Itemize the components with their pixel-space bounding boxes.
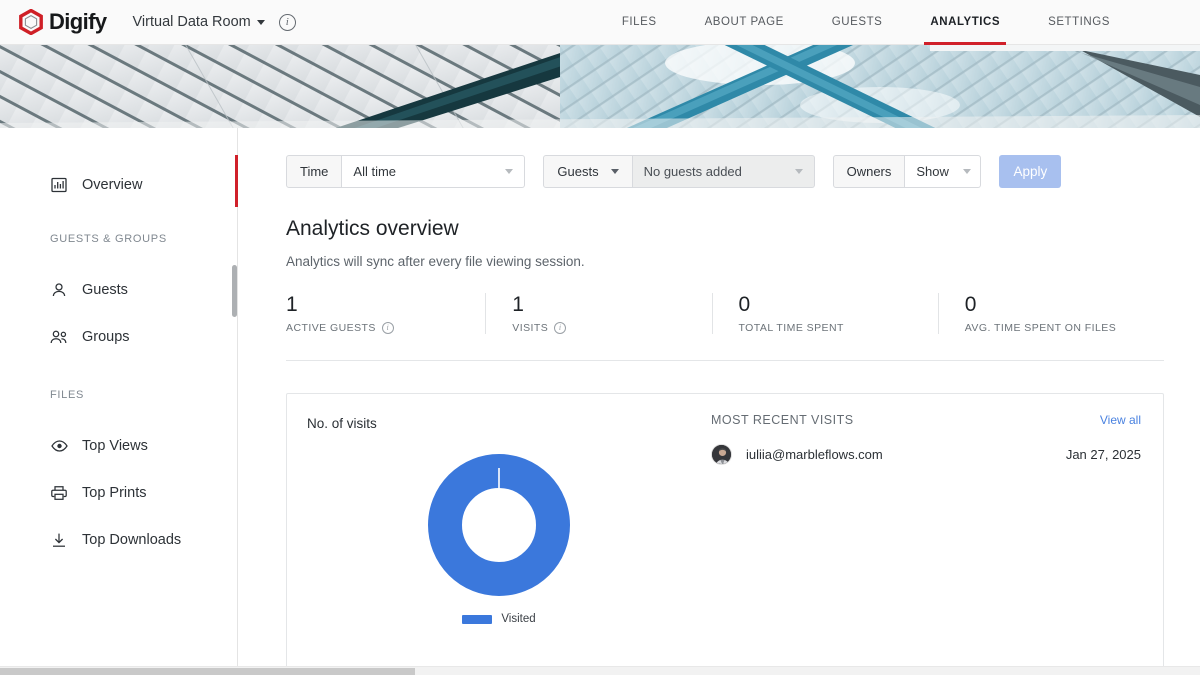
legend-label-visited: Visited	[501, 613, 536, 625]
time-filter-value: All time	[353, 164, 397, 179]
stat-value: 1	[512, 293, 524, 316]
guests-filter-select[interactable]: No guests added	[632, 155, 815, 188]
page-subtitle: Analytics will sync after every file vie…	[286, 254, 585, 269]
sidebar-item-label: Top Views	[82, 438, 148, 454]
stat-value: 0	[964, 293, 977, 316]
sidebar-section-files: FILES	[50, 389, 85, 401]
stat-total-time-spent: 0 TOTAL TIME SPENT	[711, 293, 938, 334]
info-circle-icon[interactable]: i	[554, 322, 567, 334]
room-selector[interactable]: Virtual Data Room	[133, 14, 265, 30]
person-icon	[50, 281, 68, 299]
top-bar: Digify Virtual Data Room i FILES ABOUT P…	[0, 0, 1200, 45]
stat-label: ACTIVE GUESTS	[286, 322, 376, 334]
stat-active-guests: 1 ACTIVE GUESTS i	[286, 293, 485, 334]
recent-visits-panel: MOST RECENT VISITS View all iuliia@marbl…	[711, 394, 1163, 675]
chart-title: No. of visits	[307, 416, 377, 431]
sidebar-item-label: Top Downloads	[82, 532, 182, 548]
hero-banner-image	[0, 45, 1200, 128]
sidebar-item-overview[interactable]: Overview	[0, 168, 237, 202]
hero-architecture-graphic	[0, 45, 1200, 128]
stat-avg-time-spent-on-files: 0 AVG. TIME SPENT ON FILES	[937, 293, 1164, 334]
stat-value: 1	[286, 293, 298, 316]
chevron-down-icon	[610, 169, 619, 174]
people-icon	[50, 328, 68, 346]
section-divider	[286, 360, 1164, 361]
avatar	[711, 444, 732, 465]
stat-label: TOTAL TIME SPENT	[738, 322, 844, 334]
sidebar-item-top-views[interactable]: Top Views	[0, 429, 237, 463]
sidebar-item-label: Groups	[82, 329, 130, 345]
nav-item-analytics[interactable]: ANALYTICS	[906, 0, 1024, 45]
nav-item-about-page[interactable]: ABOUT PAGE	[681, 0, 808, 45]
stat-label: AVG. TIME SPENT ON FILES	[964, 322, 1117, 334]
recent-visits-title: MOST RECENT VISITS	[711, 413, 854, 427]
page-title: Analytics overview	[286, 217, 459, 240]
main-content: Time All time Guests No guests added Own…	[238, 128, 1200, 675]
stat-value: 0	[738, 293, 751, 316]
donut-chart: Visited	[287, 454, 711, 625]
sidebar-item-guests[interactable]: Guests	[0, 273, 237, 307]
stat-label-wrap: TOTAL TIME SPENT	[739, 322, 924, 334]
bar-chart-icon	[50, 176, 68, 194]
filter-bar: Time All time Guests No guests added Own…	[286, 155, 1062, 188]
stat-label: VISITS	[512, 322, 549, 334]
legend-swatch-visited	[462, 614, 493, 624]
donut-chart-svg[interactable]	[428, 454, 570, 596]
sidebar-item-label: Guests	[82, 282, 128, 298]
nav-item-guests[interactable]: GUESTS	[808, 0, 907, 45]
chevron-down-icon	[505, 169, 514, 174]
sidebar-section-guests-groups: GUESTS & GROUPS	[50, 233, 167, 245]
eye-icon	[50, 437, 68, 455]
top-navigation: FILES ABOUT PAGE GUESTS ANALYTICS SETTIN…	[598, 0, 1200, 45]
info-circle-icon[interactable]: i	[381, 322, 394, 334]
visit-date: Jan 27, 2025	[1065, 447, 1141, 462]
stat-label-wrap: AVG. TIME SPENT ON FILES	[965, 322, 1150, 334]
guests-filter-label[interactable]: Guests	[543, 155, 633, 188]
room-name: Virtual Data Room	[132, 14, 251, 30]
stats-row: 1 ACTIVE GUESTS i 1 VISITS i 0 TOTAL TIM…	[286, 293, 1164, 334]
sidebar-item-top-downloads[interactable]: Top Downloads	[0, 523, 237, 557]
sidebar-item-groups[interactable]: Groups	[0, 320, 237, 354]
owners-filter-select[interactable]: Show	[905, 155, 982, 188]
brand-name: Digify	[49, 9, 107, 34]
owners-filter-value: Show	[916, 164, 949, 179]
sidebar-item-label: Top Prints	[82, 485, 147, 501]
nav-item-settings[interactable]: SETTINGS	[1024, 0, 1134, 45]
guests-filter-group: Guests No guests added	[543, 155, 815, 188]
sidebar-item-label: Overview	[82, 177, 143, 193]
stat-label-wrap: ACTIVE GUESTS i	[286, 322, 471, 334]
info-circle-icon[interactable]: i	[278, 13, 296, 31]
app-root: Digify Virtual Data Room i FILES ABOUT P…	[0, 0, 1200, 675]
chevron-down-icon	[962, 169, 971, 174]
visits-card: No. of visits Visited MOST RECENT VISITS…	[286, 393, 1164, 675]
stat-visits: 1 VISITS i	[485, 293, 711, 334]
guests-filter-label-text: Guests	[557, 164, 599, 179]
owners-filter-label[interactable]: Owners	[832, 155, 906, 188]
chevron-down-icon	[256, 19, 265, 25]
time-filter-select[interactable]: All time	[342, 155, 526, 188]
brand-logo[interactable]: Digify	[18, 9, 107, 35]
sidebar: Overview GUESTS & GROUPS Guests Groups F…	[0, 128, 238, 667]
recent-visits-header: MOST RECENT VISITS View all	[711, 413, 1141, 427]
time-filter-label[interactable]: Time	[286, 155, 343, 188]
printer-icon	[50, 484, 68, 502]
nav-item-files[interactable]: FILES	[598, 0, 681, 45]
visit-email: iuliia@marbleflows.com	[746, 447, 883, 462]
hexagon-logo-icon	[19, 9, 43, 35]
horizontal-scrollbar-track[interactable]	[0, 666, 1200, 675]
horizontal-scrollbar-thumb[interactable]	[0, 668, 415, 675]
download-icon	[50, 531, 68, 549]
sidebar-item-top-prints[interactable]: Top Prints	[0, 476, 237, 510]
info-glyph: i	[285, 15, 289, 28]
chart-legend: Visited	[287, 613, 711, 625]
stat-label-wrap: VISITS i	[512, 322, 697, 334]
time-filter-group: Time All time	[286, 155, 526, 188]
chevron-down-icon	[794, 169, 803, 174]
visit-list-item[interactable]: iuliia@marbleflows.com Jan 27, 2025	[711, 444, 1141, 465]
view-all-link[interactable]: View all	[1100, 413, 1141, 427]
apply-button[interactable]: Apply	[999, 155, 1062, 188]
guests-filter-value: No guests added	[643, 164, 742, 179]
owners-filter-group: Owners Show	[832, 155, 982, 188]
